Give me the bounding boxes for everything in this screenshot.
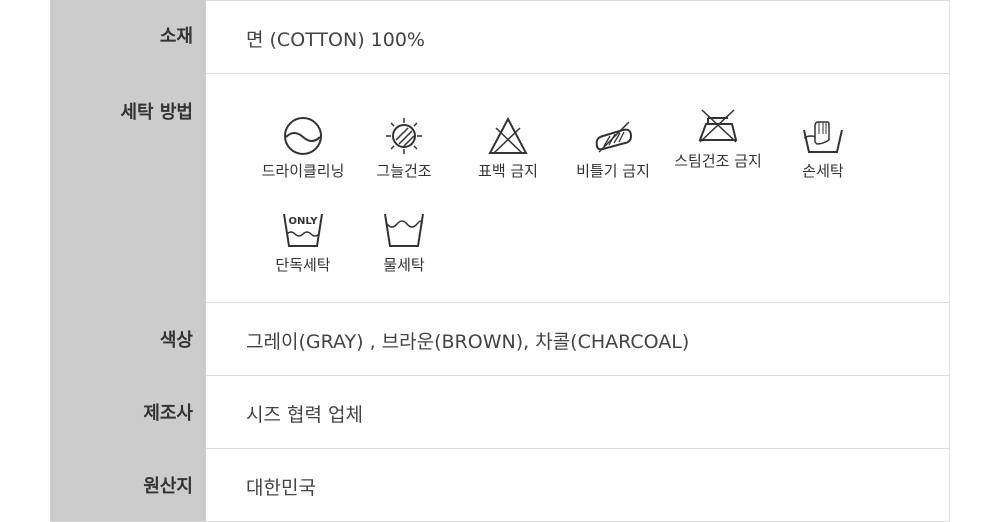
svg-text:ONLY: ONLY (289, 216, 319, 227)
care-item: ONLY 단독세탁 (251, 210, 355, 274)
care-icons: 드라이클리닝 그늘건조 표백 금지 비틀기 금지 스팀건조 금지 손세탁 ONL… (206, 74, 949, 302)
water-wash-icon (384, 213, 424, 247)
row-value: 대한민국 (206, 448, 949, 521)
care-item: 비틀기 금지 (561, 116, 665, 180)
care-item: 드라이클리닝 (251, 116, 355, 180)
care-item: 손세탁 (771, 116, 875, 180)
row-header: 색상 (50, 302, 206, 375)
dry-cleaning-icon (284, 117, 322, 155)
hand-wash-icon (803, 121, 843, 153)
row-header: 세탁 방법 (50, 73, 206, 302)
wash-separately-icon: ONLY (283, 213, 323, 247)
no-bleach-icon (488, 116, 528, 154)
row-color: 색상 그레이(GRAY) , 브라운(BROWN), 차콜(CHARCOAL) (50, 302, 949, 375)
row-header: 원산지 (50, 448, 206, 521)
row-material: 소재 면 (COTTON) 100% (50, 0, 949, 73)
care-item: 그늘건조 (352, 116, 456, 180)
care-item: 표백 금지 (456, 116, 560, 180)
no-wring-icon (595, 121, 633, 153)
row-washing: 세탁 방법 드라이클리닝 그늘건조 표백 금지 비틀기 금지 스팀건조 금지 손… (50, 73, 949, 302)
care-item: 물세탁 (352, 210, 456, 274)
product-info-table: 소재 면 (COTTON) 100% 세탁 방법 드라이클리닝 그늘건조 표백 … (50, 0, 950, 522)
row-header: 소재 (50, 0, 206, 73)
row-header: 제조사 (50, 375, 206, 448)
row-origin: 원산지 대한민국 (50, 448, 949, 521)
row-value: 그레이(GRAY) , 브라운(BROWN), 차콜(CHARCOAL) (206, 302, 949, 375)
no-steam-iron-icon (698, 109, 738, 143)
shade-dry-icon (386, 118, 422, 154)
care-item: 스팀건조 금지 (666, 106, 770, 170)
row-value: 면 (COTTON) 100% (206, 0, 949, 73)
row-maker: 제조사 시즈 협력 업체 (50, 375, 949, 448)
row-value: 시즈 협력 업체 (206, 375, 949, 448)
